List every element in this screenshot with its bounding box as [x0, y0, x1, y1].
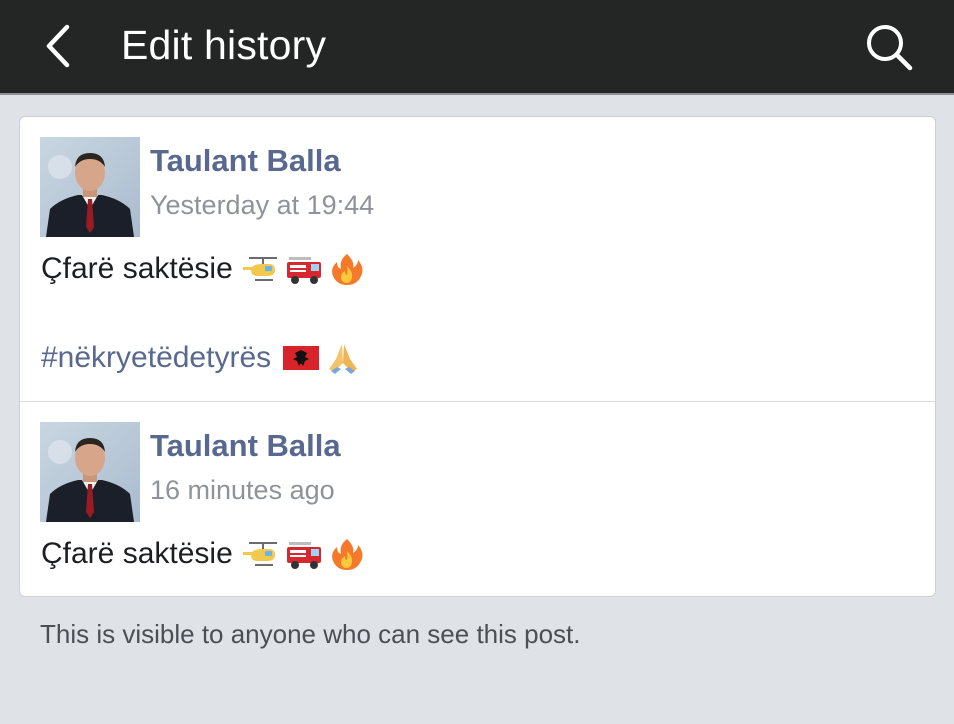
avatar[interactable]	[40, 137, 140, 237]
search-icon	[867, 25, 913, 71]
author-name[interactable]: Taulant Balla	[150, 143, 341, 179]
back-button[interactable]	[30, 18, 86, 74]
folded-hands-emoji	[329, 344, 358, 374]
albania-flag-emoji	[283, 346, 320, 370]
history-entry: Taulant Balla 16 minutes ago Çfarë saktë…	[20, 402, 935, 597]
post-text-content: Çfarë saktësie	[41, 252, 233, 285]
search-button[interactable]	[858, 16, 920, 78]
visibility-note: This is visible to anyone who can see th…	[40, 619, 581, 649]
avatar[interactable]	[40, 422, 140, 522]
emoji-group	[281, 341, 363, 375]
emoji-group	[242, 252, 367, 286]
fire-engine-emoji	[286, 542, 321, 569]
helicopter-emoji	[242, 257, 277, 281]
timestamp: Yesterday at 19:44	[150, 190, 375, 220]
author-name[interactable]: Taulant Balla	[150, 428, 341, 464]
fire-emoji	[331, 254, 363, 285]
top-app-bar: Edit history	[0, 0, 954, 95]
fire-emoji	[331, 539, 363, 570]
edit-history-card: Taulant Balla Yesterday at 19:44 Çfarë s…	[19, 116, 936, 597]
hashtag-line: #nëkryetëdetyrës	[41, 338, 363, 378]
chevron-left-icon	[46, 24, 70, 68]
timestamp: 16 minutes ago	[150, 475, 335, 505]
fire-engine-emoji	[286, 257, 321, 284]
post-text: Çfarë saktësie	[41, 249, 367, 289]
page-title: Edit history	[121, 22, 327, 68]
history-entry: Taulant Balla Yesterday at 19:44 Çfarë s…	[20, 117, 935, 401]
post-text: Çfarë saktësie	[41, 534, 367, 574]
hashtag-link[interactable]: #nëkryetëdetyrës	[41, 338, 271, 378]
helicopter-emoji	[242, 542, 277, 566]
emoji-group	[242, 537, 367, 571]
post-text-content: Çfarë saktësie	[41, 537, 233, 570]
